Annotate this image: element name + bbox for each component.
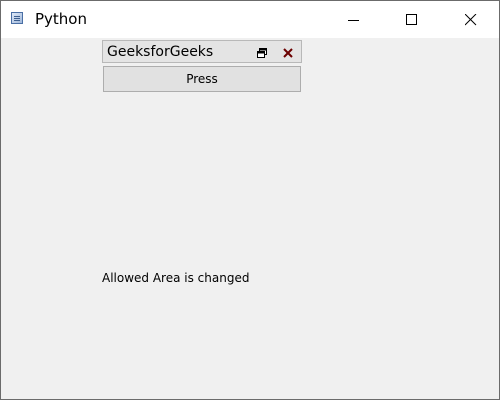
float-restore-icon bbox=[257, 48, 267, 58]
python-app-icon bbox=[11, 12, 23, 24]
window-title: Python bbox=[35, 10, 87, 28]
status-label: Allowed Area is changed bbox=[102, 271, 250, 285]
dock-close-button[interactable] bbox=[281, 45, 295, 59]
press-button[interactable]: Press bbox=[103, 66, 301, 92]
dock-float-button[interactable] bbox=[255, 45, 269, 59]
close-window-button[interactable] bbox=[448, 1, 494, 38]
close-icon bbox=[283, 48, 293, 58]
maximize-button[interactable] bbox=[389, 1, 435, 38]
dock-title: GeeksforGeeks bbox=[107, 44, 214, 60]
minimize-button[interactable] bbox=[331, 1, 377, 38]
dock-widget: GeeksforGeeks Press bbox=[102, 40, 302, 92]
main-window: Python GeeksforGeeks Press Allowed Area … bbox=[0, 0, 500, 400]
minimize-icon bbox=[348, 20, 359, 21]
window-titlebar[interactable]: Python bbox=[1, 1, 499, 38]
maximize-icon bbox=[406, 14, 417, 25]
close-icon bbox=[465, 14, 477, 26]
dock-title-bar[interactable]: GeeksforGeeks bbox=[102, 40, 302, 63]
